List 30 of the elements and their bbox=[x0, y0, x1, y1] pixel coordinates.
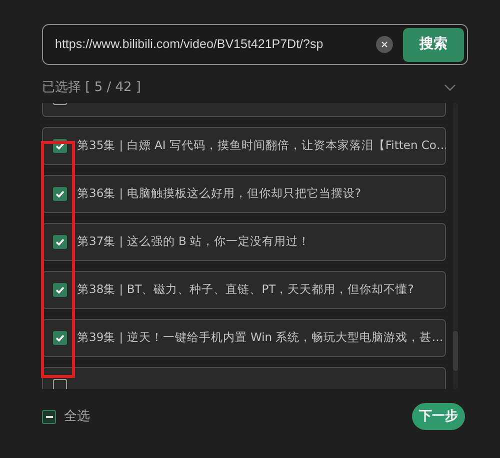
next-button[interactable]: 下一步 bbox=[412, 403, 465, 430]
checkbox[interactable] bbox=[53, 379, 67, 389]
checkbox[interactable] bbox=[53, 283, 67, 297]
checkbox[interactable] bbox=[53, 331, 67, 345]
check-icon bbox=[55, 333, 65, 343]
episode-row[interactable]: 第37集 | 这么强的 B 站，你一定没有用过！ bbox=[42, 223, 446, 261]
close-icon bbox=[381, 41, 388, 48]
select-all-checkbox[interactable] bbox=[42, 410, 56, 424]
episode-title: 第38集 | BT、磁力、种子、直链、PT，天天都用，但你却不懂? bbox=[77, 281, 414, 298]
selection-count: 已选择 [ 5 / 42 ] bbox=[42, 79, 141, 98]
url-field[interactable]: https://www.bilibili.com/video/BV15t421P7Dt/?sp 搜索 bbox=[42, 24, 468, 65]
check-icon bbox=[55, 189, 65, 199]
check-icon bbox=[55, 285, 65, 295]
episode-title: 第37集 | 这么强的 B 站，你一定没有用过！ bbox=[77, 233, 310, 250]
url-text: https://www.bilibili.com/video/BV15t421P7Dt/?sp bbox=[55, 36, 324, 54]
checkbox[interactable] bbox=[53, 235, 67, 249]
scrollbar-thumb[interactable] bbox=[453, 331, 458, 371]
checkbox[interactable] bbox=[53, 187, 67, 201]
episode-title: 第36集 | 电脑触摸板这么好用，但你却只把它当摆设? bbox=[77, 185, 361, 202]
minus-icon bbox=[46, 416, 52, 418]
episode-row[interactable]: 第38集 | BT、磁力、种子、直链、PT，天天都用，但你却不懂? bbox=[42, 271, 446, 309]
select-all-label: 全选 bbox=[64, 408, 90, 426]
search-button[interactable]: 搜索 bbox=[403, 28, 464, 62]
check-icon bbox=[55, 237, 65, 247]
chevron-icon[interactable] bbox=[444, 84, 456, 92]
episode-title: 第39集 | 逆天！一键给手机内置 Win 系统，畅玩大型电脑游戏，甚… bbox=[77, 329, 444, 346]
episode-row[interactable]: 第36集 | 电脑触摸板这么好用，但你却只把它当摆设? bbox=[42, 175, 446, 213]
episode-row[interactable]: 第39集 | 逆天！一键给手机内置 Win 系统，畅玩大型电脑游戏，甚… bbox=[42, 319, 446, 357]
check-icon bbox=[55, 141, 65, 151]
clear-button[interactable] bbox=[376, 36, 393, 53]
